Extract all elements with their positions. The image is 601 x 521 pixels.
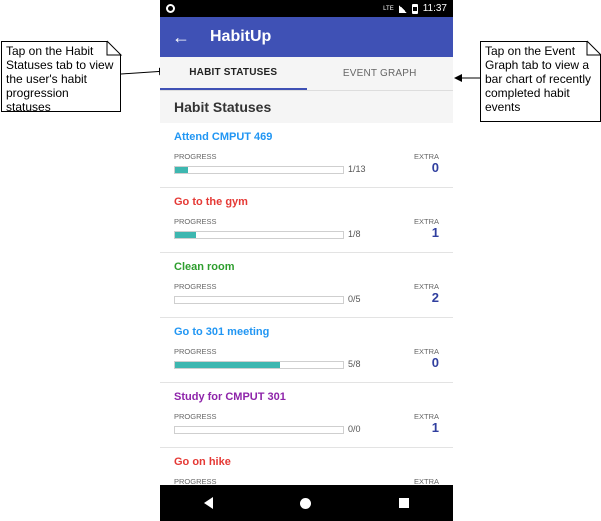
habit-card[interactable]: Attend CMPUT 469 PROGRESS EXTRA 1/13 0 xyxy=(160,123,453,188)
app-title: HabitUp xyxy=(210,28,272,45)
progress-text: 1/8 xyxy=(348,229,361,239)
tab-bar: HABIT STATUSES EVENT GRAPH xyxy=(160,57,453,91)
arrow-back-icon[interactable]: ← xyxy=(172,27,198,48)
app-bar: ← HabitUp xyxy=(160,17,453,57)
tab-habit-statuses[interactable]: HABIT STATUSES xyxy=(160,57,307,90)
habit-card[interactable]: Study for CMPUT 301 PROGRESS EXTRA 0/0 1 xyxy=(160,383,453,448)
habit-name: Go on hike xyxy=(174,456,231,468)
nav-home-icon[interactable] xyxy=(300,497,312,509)
status-bar: LTE 11:37 xyxy=(160,0,453,17)
extra-value: 1 xyxy=(431,225,439,240)
progress-text: 0/0 xyxy=(348,424,361,434)
tab-event-graph[interactable]: EVENT GRAPH xyxy=(307,57,454,90)
habit-list: Attend CMPUT 469 PROGRESS EXTRA 1/13 0 G… xyxy=(160,123,453,513)
section-title: Habit Statuses xyxy=(160,91,453,123)
battery-icon xyxy=(411,3,418,14)
annotation-habit-statuses-text: Tap on the Habit Statuses tab to view th… xyxy=(6,44,114,114)
progress-text: 1/13 xyxy=(348,164,366,174)
extra-value: 0 xyxy=(431,355,439,370)
progress-bar xyxy=(174,296,344,304)
annotation-habit-statuses: Tap on the Habit Statuses tab to view th… xyxy=(1,41,121,112)
progress-bar xyxy=(174,426,344,434)
habit-name: Go to 301 meeting xyxy=(174,326,270,338)
habit-name: Clean room xyxy=(174,261,235,273)
nav-back-icon[interactable] xyxy=(203,497,213,509)
progress-label: PROGRESS xyxy=(174,152,217,161)
progress-fill xyxy=(175,362,280,368)
annotation-event-graph-text: Tap on the Event Graph tab to view a bar… xyxy=(485,44,592,114)
extra-value: 1 xyxy=(431,420,439,435)
progress-label: PROGRESS xyxy=(174,217,217,226)
phone-screen: LTE 11:37 ← HabitUp HABIT STATUSES EVENT… xyxy=(160,0,453,521)
system-nav-bar xyxy=(160,485,453,521)
habit-name: Go to the gym xyxy=(174,196,248,208)
progress-bar xyxy=(174,361,344,369)
clock: 11:37 xyxy=(422,3,447,14)
annotation-event-graph: Tap on the Event Graph tab to view a bar… xyxy=(480,41,601,122)
progress-label: PROGRESS xyxy=(174,282,217,291)
habit-card[interactable]: Go to the gym PROGRESS EXTRA 1/8 1 xyxy=(160,188,453,253)
habit-card[interactable]: Go to 301 meeting PROGRESS EXTRA 5/8 0 xyxy=(160,318,453,383)
nav-recents-icon[interactable] xyxy=(399,498,410,508)
extra-value: 0 xyxy=(431,160,439,175)
progress-bar xyxy=(174,231,344,239)
progress-label: PROGRESS xyxy=(174,412,217,421)
habit-name: Attend CMPUT 469 xyxy=(174,131,273,143)
network-type: LTE xyxy=(383,5,394,12)
progress-fill xyxy=(175,232,196,238)
progress-text: 0/5 xyxy=(348,294,361,304)
habit-name: Study for CMPUT 301 xyxy=(174,391,286,403)
habit-card[interactable]: Clean room PROGRESS EXTRA 0/5 2 xyxy=(160,253,453,318)
progress-fill xyxy=(175,167,189,173)
progress-bar xyxy=(174,166,344,174)
signal-icon xyxy=(398,4,407,13)
extra-value: 2 xyxy=(431,290,439,305)
progress-text: 5/8 xyxy=(348,359,361,369)
progress-label: PROGRESS xyxy=(174,347,217,356)
notification-icon xyxy=(166,4,175,13)
